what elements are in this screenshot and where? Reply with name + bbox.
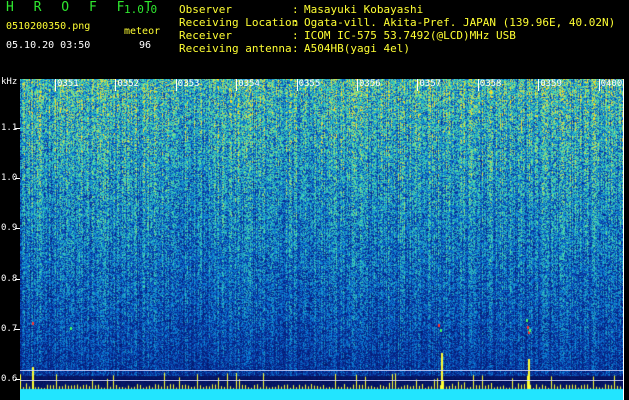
x-tick-label: 0351 <box>57 79 79 89</box>
x-tick-mark <box>477 79 479 91</box>
antenna-value: A504HB(yagi 4el) <box>304 42 410 55</box>
y-tick-mark <box>15 328 20 330</box>
y-tick-mark <box>15 178 20 180</box>
x-tick-label: 0358 <box>479 79 502 89</box>
x-tick-label: 0354 <box>238 79 260 89</box>
reference-line-lower <box>20 380 623 381</box>
x-tick-mark <box>55 79 56 91</box>
y-tick-mark <box>15 128 20 129</box>
x-tick-label: 0352 <box>117 79 140 89</box>
x-tick-label: 0355 <box>298 79 321 89</box>
right-frame-line <box>623 79 624 400</box>
x-tick-mark <box>538 79 540 91</box>
x-tick-mark <box>296 79 298 91</box>
location-value: Ogata-vill. Akita-Pref. JAPAN (139.96E, … <box>304 16 616 29</box>
receiver-label: Receiver <box>179 29 232 42</box>
file-name: 0510200350.png <box>6 21 91 32</box>
mode-label: meteor <box>124 26 161 37</box>
x-tick-mark <box>598 79 600 91</box>
reference-line-upper <box>20 370 623 371</box>
y-axis-unit: kHz <box>1 77 18 87</box>
receiver-value: ICOM IC-575 53.7492(@LCD)MHz USB <box>304 29 516 42</box>
x-tick-label: 0356 <box>359 79 381 89</box>
x-tick-mark <box>175 79 177 91</box>
app-version: 1.0.0 <box>124 3 158 16</box>
x-tick-mark <box>236 79 238 91</box>
meteor-count: 96 <box>139 40 152 51</box>
location-colon: : <box>292 16 299 29</box>
y-tick-mark <box>15 278 20 280</box>
observer-label: Observer <box>179 3 232 16</box>
x-tick-label: 0353 <box>177 79 200 89</box>
antenna-colon: : <box>292 42 299 55</box>
x-tick-mark <box>417 79 419 91</box>
observer-colon: : <box>292 3 299 16</box>
datetime: 05.10.20 03:50 <box>6 40 91 51</box>
x-tick-mark <box>115 79 117 91</box>
x-tick-label: 0359 <box>540 79 562 89</box>
y-tick-mark <box>15 228 20 230</box>
header-panel: H R O F F T 1.0.0 0510200350.png meteor … <box>0 0 629 76</box>
spectrogram-canvas <box>20 79 623 400</box>
receiver-colon: : <box>292 29 299 42</box>
observer-value: Masayuki Kobayashi <box>304 3 424 16</box>
x-tick-label: 0400 <box>600 79 623 89</box>
location-label: Receiving Location <box>179 16 299 29</box>
antenna-label: Receiving antenna <box>179 42 292 55</box>
x-tick-mark <box>357 79 358 91</box>
x-tick-label: 0357 <box>419 79 442 89</box>
